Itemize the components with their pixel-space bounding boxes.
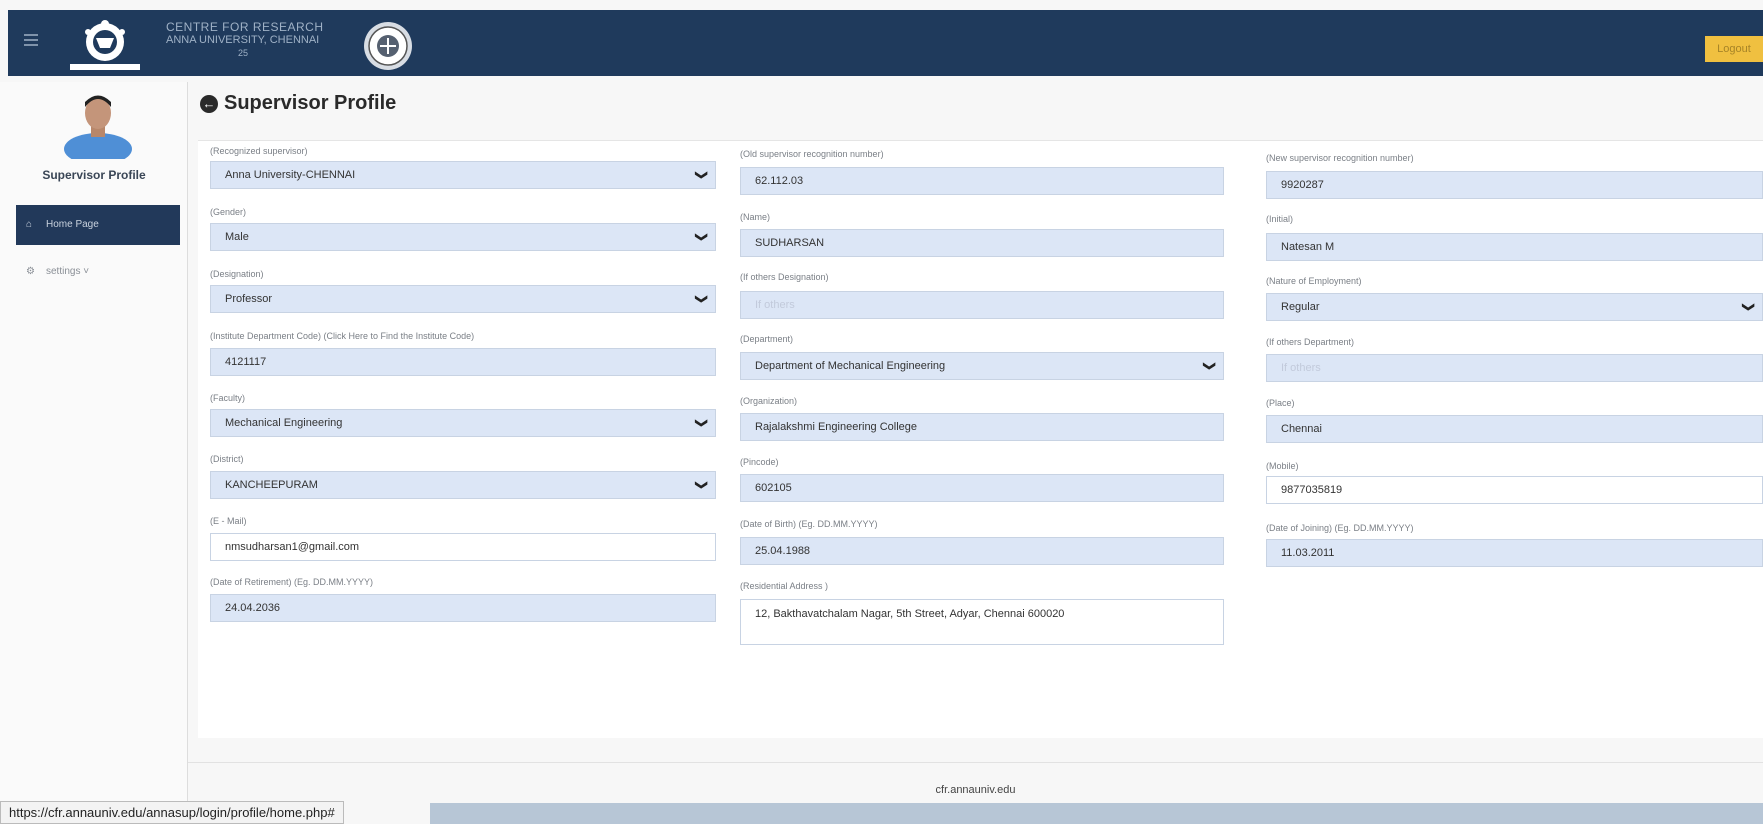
organization-label: (Organization)	[740, 396, 798, 406]
sidebar-item-settings[interactable]: ⚙ settings ˅	[16, 252, 180, 292]
footer-site: cfr.annauniv.edu	[935, 784, 1016, 796]
retirement-label: (Date of Retirement) (Eg. DD.MM.YYYY)	[210, 577, 374, 587]
address-textarea[interactable]: 12, Bakthavatchalam Nagar, 5th Street, A…	[740, 599, 1224, 645]
faculty-select[interactable]: Mechanical Engineering	[210, 409, 716, 437]
initial-label: (Initial)	[1266, 214, 1294, 224]
nature-of-employment-label: (Nature of Employment)	[1266, 276, 1362, 286]
brand-line-2: ANNA UNIVERSITY, CHENNAI	[166, 34, 320, 46]
address-label: (Residential Address )	[740, 581, 829, 591]
institute-code-label: (Institute Department Code) (Click Here …	[210, 331, 475, 341]
dob-input[interactable]: 25.04.1988	[740, 537, 1224, 565]
university-logo-icon	[70, 20, 140, 70]
other-designation-label: (If others Designation)	[740, 272, 829, 282]
gear-icon: ⚙	[26, 266, 35, 277]
dob-label: (Date of Birth) (Eg. DD.MM.YYYY)	[740, 519, 878, 529]
brand-text: CENTRE FOR RESEARCH ANNA UNIVERSITY, CHE…	[166, 21, 324, 60]
sidebar-item-label: Home Page	[46, 219, 99, 230]
name-label: (Name)	[740, 212, 771, 222]
district-select[interactable]: KANCHEEPURAM	[210, 471, 716, 499]
nature-of-employment-select[interactable]: Regular	[1266, 293, 1763, 321]
institute-code-input[interactable]: 4121117	[210, 348, 716, 376]
bottom-bar	[430, 803, 1763, 824]
sidebar: Supervisor Profile ⌂ Home Page ⚙ settings …	[0, 82, 188, 824]
emblem-logo-icon	[364, 22, 412, 70]
department-select[interactable]: Department of Mechanical Engineering	[740, 352, 1224, 380]
menu-icon[interactable]	[24, 34, 38, 46]
page-title: ← Supervisor Profile	[200, 92, 396, 115]
profile-form: (Recognized supervisor) Anna University-…	[198, 140, 1763, 738]
pincode-input[interactable]: 602105	[740, 474, 1224, 502]
initial-input[interactable]: Natesan M	[1266, 233, 1763, 261]
sidebar-item-label: settings	[46, 266, 81, 277]
top-navbar: CENTRE FOR RESEARCH ANNA UNIVERSITY, CHE…	[8, 10, 1763, 76]
back-arrow-icon[interactable]: ←	[200, 95, 218, 113]
avatar	[64, 95, 132, 159]
recognized-supervisor-label: (Recognized supervisor)	[210, 146, 308, 156]
pincode-label: (Pincode)	[740, 457, 779, 467]
designation-select[interactable]: Professor	[210, 285, 716, 313]
new-recognition-label: (New supervisor recognition number)	[1266, 153, 1414, 163]
other-department-label: (If others Department)	[1266, 337, 1355, 347]
gender-label: (Gender)	[210, 207, 247, 217]
chevron-down-icon: ˅	[80, 266, 90, 277]
email-label: (E - Mail)	[210, 516, 247, 526]
mobile-input[interactable]: 9877035819	[1266, 476, 1763, 504]
district-label: (District)	[210, 454, 244, 464]
place-label: (Place)	[1266, 398, 1295, 408]
footer-divider	[188, 762, 1763, 763]
organization-input[interactable]: Rajalakshmi Engineering College	[740, 413, 1224, 441]
email-input[interactable]: nmsudharsan1@gmail.com	[210, 533, 716, 561]
department-label: (Department)	[740, 334, 794, 344]
recognized-supervisor-select[interactable]: Anna University-CHENNAI	[210, 161, 716, 189]
sidebar-title: Supervisor Profile	[42, 168, 146, 182]
doj-label: (Date of Joining) (Eg. DD.MM.YYYY)	[1266, 523, 1414, 533]
designation-label: (Designation)	[210, 269, 264, 279]
old-recognition-input[interactable]: 62.112.03	[740, 167, 1224, 195]
brand-line-1: CENTRE FOR RESEARCH	[166, 20, 324, 34]
status-url: https://cfr.annauniv.edu/annasup/login/p…	[0, 801, 344, 824]
name-input[interactable]: SUDHARSAN	[740, 229, 1224, 257]
brand-line-3: 25	[238, 48, 249, 58]
gender-select[interactable]: Male	[210, 223, 716, 251]
old-recognition-label: (Old supervisor recognition number)	[740, 149, 884, 159]
other-department-input[interactable]: If others	[1266, 354, 1763, 382]
other-designation-input[interactable]: If others	[740, 291, 1224, 319]
place-input[interactable]: Chennai	[1266, 415, 1763, 443]
home-icon: ⌂	[26, 219, 33, 230]
new-recognition-input[interactable]: 9920287	[1266, 171, 1763, 199]
sidebar-item-home[interactable]: ⌂ Home Page	[16, 205, 180, 245]
retirement-input[interactable]: 24.04.2036	[210, 594, 716, 622]
faculty-label: (Faculty)	[210, 393, 246, 403]
logout-button[interactable]: Logout	[1705, 36, 1763, 62]
mobile-label: (Mobile)	[1266, 461, 1299, 471]
page-title-text: Supervisor Profile	[224, 92, 397, 114]
doj-input[interactable]: 11.03.2011	[1266, 539, 1763, 567]
